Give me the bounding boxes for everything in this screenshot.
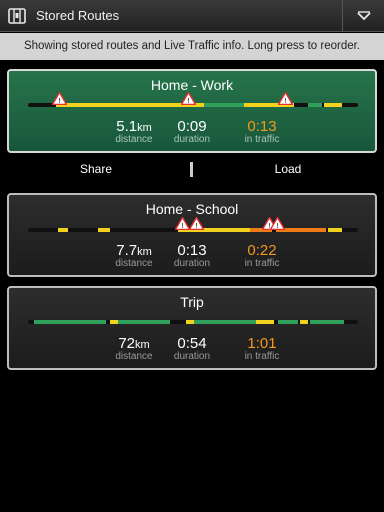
duration-stat: 0:13 duration bbox=[173, 242, 211, 269]
route-card-home-school[interactable]: Home - School ! ! ! ! 7.7km distance 0:1… bbox=[7, 193, 377, 277]
traffic-time-stat: 1:01 in traffic bbox=[244, 335, 280, 362]
traffic-bar bbox=[28, 320, 358, 324]
svg-text:!: ! bbox=[187, 97, 190, 105]
traffic-time-stat: 0:13 in traffic bbox=[244, 118, 280, 145]
route-name: Home - School bbox=[145, 201, 239, 217]
traffic-warning-icon: ! bbox=[270, 217, 285, 230]
svg-text:!: ! bbox=[195, 222, 198, 230]
traffic-warning-icon: ! bbox=[278, 92, 293, 105]
route-card-trip[interactable]: Trip 72km distance 0:54 duration 1:01 in… bbox=[7, 286, 377, 370]
menu-button[interactable] bbox=[342, 0, 384, 32]
page-title: Stored Routes bbox=[36, 8, 120, 23]
traffic-bar: ! ! ! ! bbox=[28, 217, 358, 232]
info-banner: Showing stored routes and Live Traffic i… bbox=[0, 33, 384, 60]
traffic-warning-icon: ! bbox=[52, 92, 67, 105]
route-stats: 72km distance 0:54 duration 1:01 in traf… bbox=[9, 335, 375, 371]
route-stats: 7.7km distance 0:13 duration 0:22 in tra… bbox=[9, 242, 375, 278]
traffic-warning-icon: ! bbox=[175, 217, 190, 230]
traffic-bar: ! ! ! bbox=[28, 92, 358, 107]
svg-text:!: ! bbox=[284, 97, 287, 105]
route-card-home-work[interactable]: Home - Work ! ! ! 5.1km distance 0:09 du… bbox=[7, 69, 377, 153]
title-bar: Stored Routes bbox=[0, 0, 384, 32]
svg-text:!: ! bbox=[276, 222, 279, 230]
map-book-icon bbox=[8, 8, 26, 24]
share-button[interactable]: Share bbox=[56, 162, 136, 176]
route-name: Home - Work bbox=[150, 77, 234, 93]
traffic-warning-icon: ! bbox=[189, 217, 204, 230]
traffic-time-stat: 0:22 in traffic bbox=[244, 242, 280, 269]
traffic-warning-icon: ! bbox=[181, 92, 196, 105]
route-name: Trip bbox=[180, 294, 204, 310]
svg-text:!: ! bbox=[181, 222, 184, 230]
duration-stat: 0:09 duration bbox=[173, 118, 211, 145]
action-divider bbox=[190, 162, 193, 177]
duration-stat: 0:54 duration bbox=[173, 335, 211, 362]
load-button[interactable]: Load bbox=[248, 162, 328, 176]
svg-text:!: ! bbox=[58, 97, 61, 105]
route-actions: Share Load bbox=[0, 156, 384, 184]
chevron-down-icon bbox=[356, 11, 371, 21]
route-stats: 5.1km distance 0:09 duration 0:13 in tra… bbox=[9, 118, 375, 154]
